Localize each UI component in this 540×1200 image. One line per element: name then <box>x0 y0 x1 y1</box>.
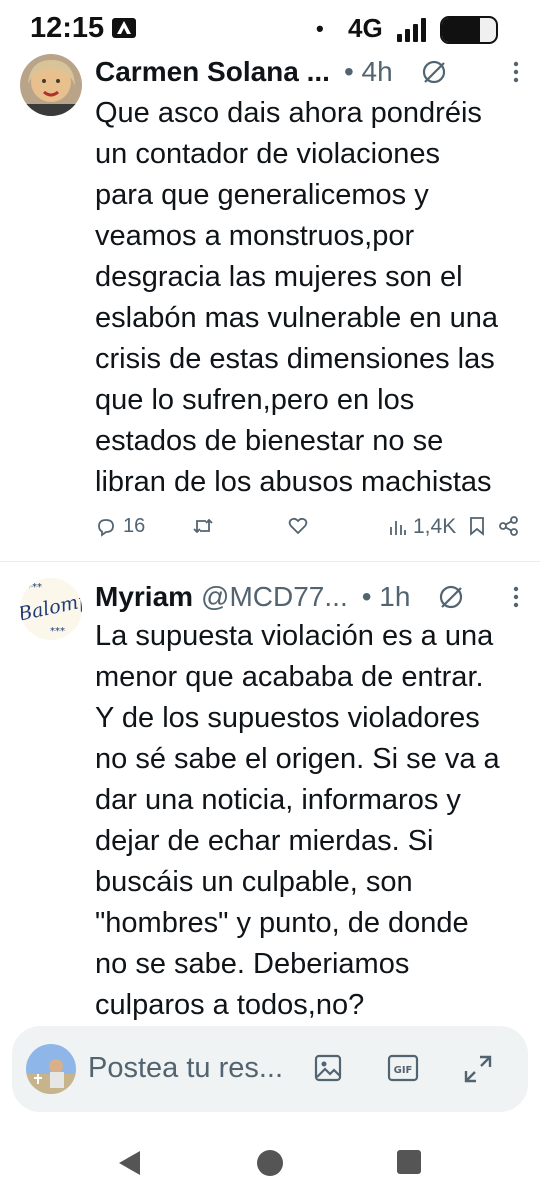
back-icon[interactable] <box>116 1149 142 1182</box>
home-icon[interactable] <box>256 1149 284 1182</box>
display-name[interactable]: Myriam <box>95 581 193 613</box>
svg-text:***: *** <box>27 582 42 593</box>
reply-icon <box>98 518 114 537</box>
repost-button[interactable] <box>191 515 215 537</box>
battery-icon <box>440 16 498 44</box>
more-options-icon[interactable] <box>512 60 520 84</box>
tweet-header: Myriam @MCD77... • 1h <box>95 579 520 615</box>
handle[interactable]: @MCD77... <box>201 581 348 613</box>
gif-label: GIF <box>394 1065 413 1076</box>
views-button[interactable]: 1,4K <box>389 515 456 539</box>
status-dot: • <box>316 16 324 41</box>
tweet-text: Que asco dais ahora pondréis un contador… <box>95 97 499 498</box>
svg-text:***: *** <box>50 626 65 637</box>
network-type: 4G <box>348 13 383 43</box>
signal-bars-icon <box>395 18 431 47</box>
more-options-icon[interactable] <box>512 585 520 609</box>
recents-icon[interactable] <box>396 1149 422 1180</box>
tweet-text: La supuesta violación es a una menor que… <box>95 620 500 1021</box>
share-button[interactable] <box>498 515 520 537</box>
views-icon <box>390 521 406 535</box>
tweet-actions: 16 1,4K <box>95 515 522 545</box>
timestamp[interactable]: • 4h <box>344 56 393 88</box>
image-icon[interactable] <box>313 1053 343 1088</box>
system-nav-bar <box>0 1125 540 1200</box>
avatar <box>26 1044 76 1094</box>
grok-icon[interactable] <box>421 59 447 85</box>
reply-count: 16 <box>123 515 146 537</box>
like-button[interactable] <box>287 515 309 537</box>
grok-icon[interactable] <box>438 584 464 610</box>
bookmark-button[interactable] <box>468 515 486 537</box>
gif-icon[interactable]: GIF <box>387 1053 419 1088</box>
reply-composer[interactable]: Postea tu res... GIF <box>12 1026 528 1112</box>
avatar[interactable]: *** Balompi *** <box>20 578 82 640</box>
share-icon <box>499 516 518 536</box>
bookmark-icon <box>470 517 484 536</box>
status-time: 12:15 <box>30 12 105 44</box>
display-name[interactable]: Carmen Solana ... <box>95 56 330 88</box>
android-auto-icon <box>112 18 136 38</box>
tweet-header: Carmen Solana ... • 4h <box>95 54 520 90</box>
tweet-divider <box>0 561 540 562</box>
avatar[interactable] <box>20 54 82 116</box>
timestamp[interactable]: • 1h <box>362 581 411 613</box>
reply-input[interactable]: Postea tu res... <box>88 1052 283 1085</box>
expand-icon[interactable] <box>462 1053 494 1090</box>
heart-icon <box>288 517 308 535</box>
reply-button[interactable]: 16 <box>95 515 145 538</box>
repost-icon <box>193 518 213 534</box>
status-bar: 12:15 • 4G <box>0 0 540 56</box>
view-count: 1,4K <box>413 515 457 538</box>
